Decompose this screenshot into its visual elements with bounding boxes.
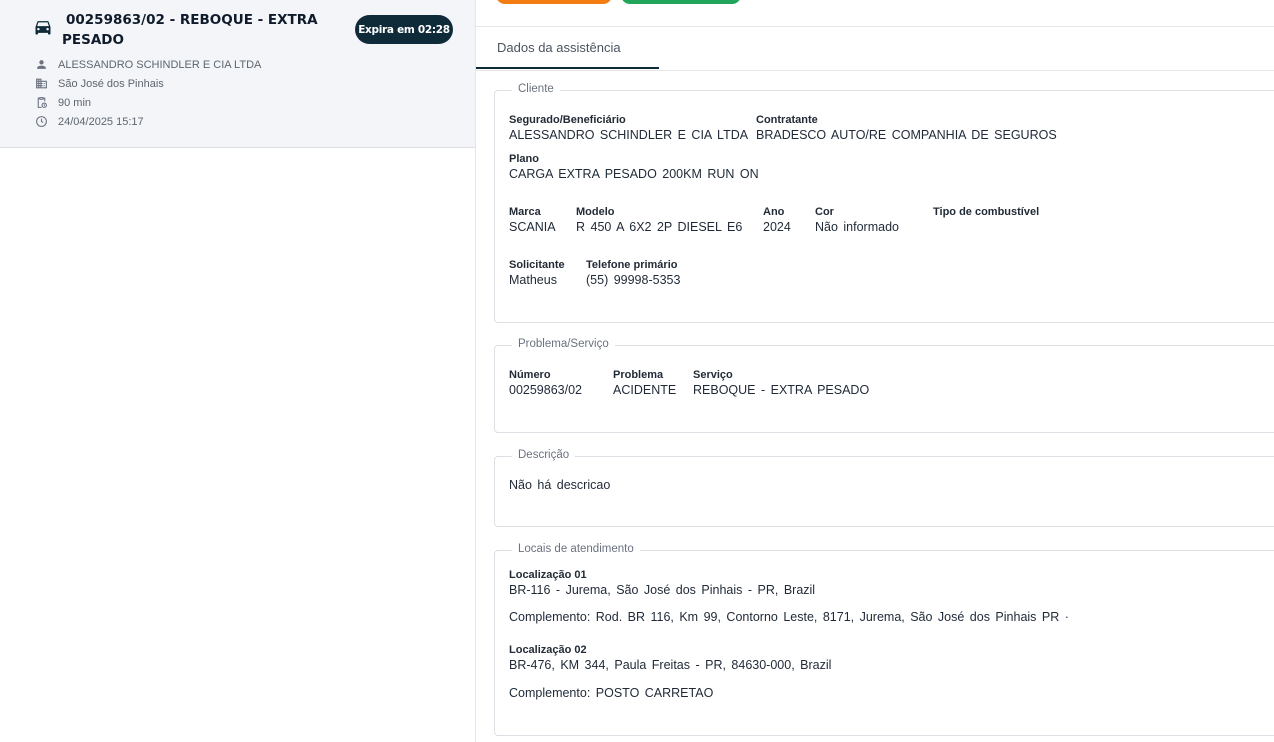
- location-complemento: Complemento: POSTO CARRETAO: [509, 686, 714, 700]
- card-city-row: São José dos Pinhais: [35, 77, 164, 90]
- field-plano: Plano CARGA EXTRA PESADO 200KM RUN ON: [509, 153, 759, 182]
- clipboard-clock-icon: [37, 97, 47, 108]
- section-locais: Locais de atendimento Localização 01 BR-…: [494, 543, 1274, 736]
- field-value: 00259863/02: [509, 383, 582, 397]
- person-icon: [37, 60, 46, 69]
- card-client-row: ALESSANDRO SCHINDLER E CIA LTDA: [35, 58, 261, 71]
- field-label: Modelo: [576, 206, 615, 218]
- expire-badge: Expira em 02:28: [355, 15, 453, 44]
- location-label: Localização 02: [509, 644, 587, 656]
- location-label: Localização 01: [509, 569, 587, 581]
- section-problema-legend: Problema/Serviço: [512, 338, 615, 350]
- descricao-text: Não há descricao: [509, 478, 611, 492]
- tab-dados-assistencia[interactable]: Dados da assistência: [476, 27, 659, 69]
- location-address: BR-476, KM 344, Paula Freitas - PR, 8463…: [509, 658, 832, 672]
- section-locais-legend: Locais de atendimento: [512, 543, 640, 555]
- field-label: Problema: [613, 369, 664, 381]
- card-datetime-row: 24/04/2025 15:17: [35, 115, 144, 128]
- field-label: Plano: [509, 153, 539, 165]
- card-client: ALESSANDRO SCHINDLER E CIA LTDA: [58, 58, 262, 71]
- card-duration: 90 min: [58, 96, 92, 109]
- location-complemento: Complemento: Rod. BR 116, Km 99, Contorn…: [509, 610, 1069, 624]
- green-action-button[interactable]: [621, 0, 741, 4]
- field-servico: Serviço REBOQUE - EXTRA PESADO: [693, 369, 869, 398]
- field-combustivel: Tipo de combustível: [933, 206, 1039, 219]
- field-ano: Ano 2024: [763, 206, 791, 235]
- field-contratante: Contratante BRADESCO AUTO/RE COMPANHIA D…: [756, 114, 1057, 143]
- section-descricao-legend: Descrição: [512, 449, 576, 461]
- field-value: BRADESCO AUTO/RE COMPANHIA DE SEGUROS: [756, 128, 1057, 142]
- field-marca: Marca SCANIA: [509, 206, 556, 235]
- field-label: Número: [509, 369, 551, 381]
- field-label: Ano: [763, 206, 785, 218]
- section-descricao: Descrição Não há descricao: [494, 449, 1274, 527]
- building-icon: [36, 78, 47, 89]
- field-value: ALESSANDRO SCHINDLER E CIA LTDA: [509, 128, 749, 142]
- clock-icon: [36, 116, 47, 127]
- field-label: Cor: [815, 206, 834, 218]
- field-numero: Número 00259863/02: [509, 369, 582, 398]
- field-value: SCANIA: [509, 220, 556, 234]
- card-city: São José dos Pinhais: [58, 77, 164, 90]
- field-modelo: Modelo R 450 A 6X2 2P DIESEL E6: [576, 206, 742, 235]
- field-label: Telefone primário: [586, 259, 678, 271]
- field-value: ACIDENTE: [613, 383, 677, 397]
- field-label: Solicitante: [509, 259, 565, 271]
- field-cor: Cor Não informado: [815, 206, 899, 235]
- field-label: Serviço: [693, 369, 733, 381]
- card-datetime: 24/04/2025 15:17: [58, 115, 144, 128]
- assistance-card[interactable]: 00259863/02 - REBOQUE - EXTRA PESADO Exp…: [0, 0, 475, 148]
- field-value: REBOQUE - EXTRA PESADO: [693, 383, 870, 397]
- card-duration-row: 90 min: [35, 96, 91, 109]
- card-title: 00259863/02 - REBOQUE - EXTRA PESADO: [62, 12, 318, 48]
- section-cliente-legend: Cliente: [512, 83, 560, 95]
- field-label: Marca: [509, 206, 541, 218]
- field-telefone: Telefone primário (55) 99998-5353: [586, 259, 680, 288]
- assistance-list: 00259863/02 - REBOQUE - EXTRA PESADO Exp…: [0, 0, 476, 742]
- field-value: 2024: [763, 220, 791, 234]
- tab-divider: [476, 70, 1274, 71]
- field-solicitante: Solicitante Matheus: [509, 259, 565, 288]
- location-address: BR-116 - Jurema, São José dos Pinhais - …: [509, 583, 816, 597]
- field-value: Não informado: [815, 220, 899, 234]
- field-label: Tipo de combustível: [933, 206, 1040, 218]
- field-value: R 450 A 6X2 2P DIESEL E6: [576, 220, 743, 234]
- location-item: Localização 02 BR-476, KM 344, Paula Fre…: [509, 644, 831, 673]
- field-segurado: Segurado/Beneficiário ALESSANDRO SCHINDL…: [509, 114, 748, 143]
- assistance-details: Dados da assistência Cliente Segurado/Be…: [476, 0, 1274, 742]
- location-item: Localização 01 BR-116 - Jurema, São José…: [509, 569, 815, 598]
- field-problema: Problema ACIDENTE: [613, 369, 676, 398]
- field-value: (55) 99998-5353: [586, 273, 681, 287]
- car-icon: [35, 21, 51, 35]
- field-value: Matheus: [509, 273, 557, 287]
- field-label: Contratante: [756, 114, 818, 126]
- section-cliente: Cliente Segurado/Beneficiário ALESSANDRO…: [494, 83, 1274, 323]
- orange-action-button[interactable]: [496, 0, 612, 4]
- section-problema: Problema/Serviço Número 00259863/02 Prob…: [494, 338, 1274, 433]
- field-value: CARGA EXTRA PESADO 200KM RUN ON: [509, 167, 759, 181]
- field-label: Segurado/Beneficiário: [509, 114, 626, 126]
